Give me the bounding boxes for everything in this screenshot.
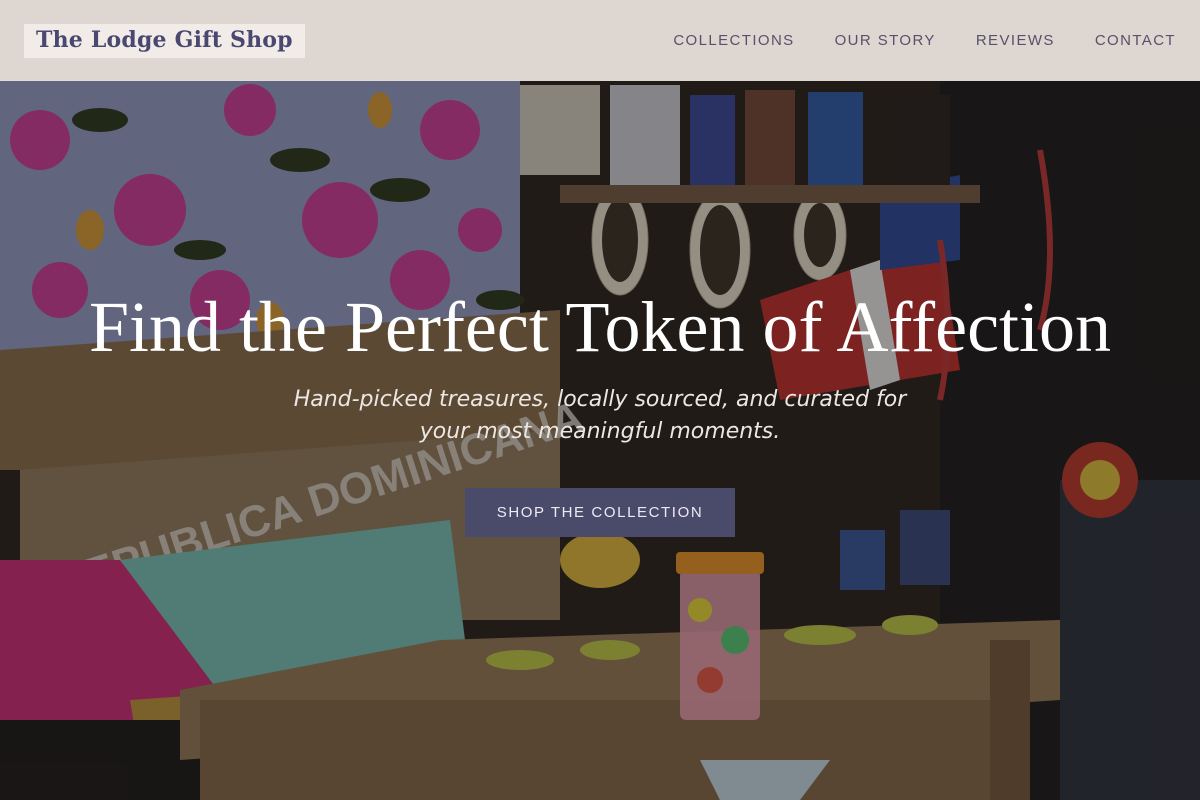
nav-link-contact[interactable]: CONTACT (1095, 32, 1176, 49)
nav-link-reviews[interactable]: REVIEWS (976, 32, 1055, 49)
nav-link-our-story[interactable]: OUR STORY (835, 32, 936, 49)
hero-subtitle: Hand-picked treasures, locally sourced, … (293, 387, 907, 444)
hero-section: Find the Perfect Token of Affection Hand… (0, 81, 1200, 800)
page: REPUBLICA DOMINICANA The Lodge Gift Shop… (0, 0, 1200, 800)
nav-link-collections[interactable]: COLLECTIONS (673, 32, 794, 49)
site-logo[interactable]: The Lodge Gift Shop (36, 27, 293, 53)
site-header: The Lodge Gift Shop COLLECTIONS OUR STOR… (0, 0, 1200, 81)
main-nav: COLLECTIONS OUR STORY REVIEWS CONTACT (673, 32, 1176, 49)
hero-title: Find the Perfect Token of Affection (88, 287, 1112, 367)
logo-container[interactable]: The Lodge Gift Shop (24, 23, 305, 58)
shop-collection-button[interactable]: SHOP THE COLLECTION (465, 488, 735, 537)
